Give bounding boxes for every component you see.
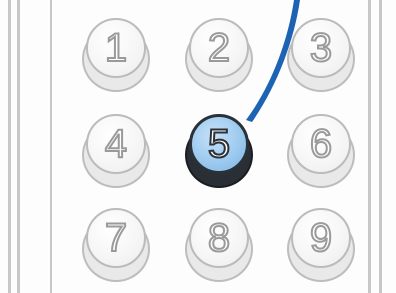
remote-keypad-illustration: 1 2 3 4 5 6 7 8 9 <box>0 0 396 293</box>
key-5[interactable]: 5 <box>185 114 253 188</box>
key-label: 9 <box>309 216 333 260</box>
key-3[interactable]: 3 <box>287 18 355 92</box>
key-6[interactable]: 6 <box>287 114 355 188</box>
key-label: 5 <box>207 122 231 166</box>
key-8[interactable]: 8 <box>185 208 253 282</box>
key-label: 8 <box>207 216 231 260</box>
key-label: 4 <box>104 122 128 166</box>
key-cap: 9 <box>291 208 351 268</box>
key-cap: 4 <box>86 114 146 174</box>
key-cap: 8 <box>189 208 249 268</box>
number-keypad: 1 2 3 4 5 6 7 8 9 <box>0 0 396 293</box>
key-2[interactable]: 2 <box>185 18 253 92</box>
key-cap: 6 <box>291 114 351 174</box>
key-cap: 3 <box>291 18 351 78</box>
key-cap: 5 <box>189 114 249 174</box>
key-cap: 1 <box>86 18 146 78</box>
key-label: 3 <box>309 26 333 70</box>
key-label: 6 <box>309 122 333 166</box>
key-label: 2 <box>207 26 231 70</box>
key-9[interactable]: 9 <box>287 208 355 282</box>
key-cap: 7 <box>86 208 146 268</box>
key-7[interactable]: 7 <box>82 208 150 282</box>
key-label: 7 <box>104 216 128 260</box>
key-1[interactable]: 1 <box>82 18 150 92</box>
key-cap: 2 <box>189 18 249 78</box>
key-label: 1 <box>104 26 128 70</box>
key-4[interactable]: 4 <box>82 114 150 188</box>
